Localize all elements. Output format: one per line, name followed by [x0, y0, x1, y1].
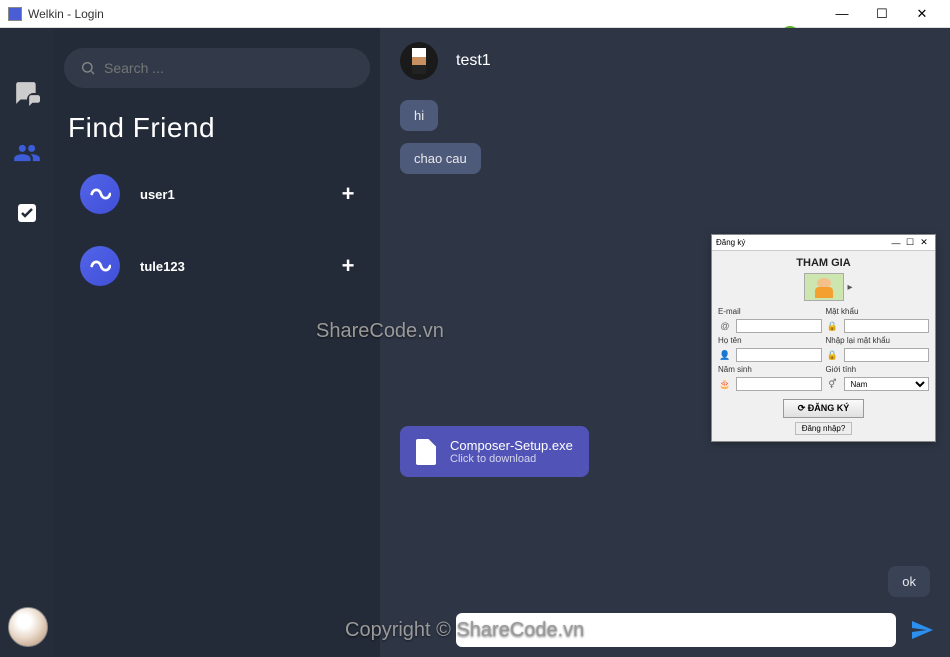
- file-subtitle: Click to download: [450, 453, 573, 465]
- add-friend-button[interactable]: +: [336, 253, 360, 279]
- dialog-heading: THAM GIA: [718, 257, 929, 269]
- chat-pane: test1 hi chao cau Đăng ký — ☐ ✕ THAM GIA…: [380, 28, 950, 657]
- composer: Copyright © ShareCode.vn: [380, 603, 950, 657]
- repeat-password-field[interactable]: [844, 348, 930, 362]
- dialog-title-text: Đăng ký: [716, 238, 889, 247]
- message-bubble: hi: [400, 100, 438, 131]
- lock-icon: 🔒: [826, 348, 840, 362]
- gender-icon: ⚥: [826, 377, 840, 391]
- friend-avatar: [80, 174, 120, 214]
- email-field[interactable]: [736, 319, 822, 333]
- gender-select[interactable]: Nam: [844, 377, 930, 391]
- app-icon: [8, 7, 22, 21]
- dialog-close[interactable]: ✕: [917, 237, 931, 248]
- file-name: Composer-Setup.exe: [450, 438, 573, 453]
- search-box[interactable]: [64, 48, 370, 88]
- profile-photo-placeholder[interactable]: ▸: [804, 273, 844, 301]
- chat-username: test1: [456, 52, 491, 70]
- message-list: hi chao cau Đăng ký — ☐ ✕ THAM GIA ▸ E-m…: [380, 94, 950, 603]
- friend-row[interactable]: user1 +: [64, 158, 370, 230]
- minimize-button[interactable]: —: [822, 1, 862, 27]
- window-titlebar: Welkin - Login — ☐ ✕: [0, 0, 950, 28]
- label-repeat: Nhập lại mật khẩu: [826, 336, 930, 345]
- window-title: Welkin - Login: [28, 7, 822, 21]
- register-dialog: Đăng ký — ☐ ✕ THAM GIA ▸ E-mail Mật khẩu…: [711, 234, 936, 442]
- label-birth: Năm sinh: [718, 365, 822, 374]
- lock-icon: 🔒: [826, 319, 840, 333]
- watermark-text: ShareCode.vn: [316, 320, 444, 343]
- nav-tasks[interactable]: [10, 196, 44, 230]
- search-input[interactable]: [104, 60, 354, 76]
- friend-row[interactable]: tule123 +: [64, 230, 370, 302]
- birthyear-field[interactable]: [736, 377, 822, 391]
- file-icon: [416, 439, 436, 465]
- person-icon: 👤: [718, 348, 732, 362]
- file-attachment[interactable]: Composer-Setup.exe Click to download: [400, 426, 589, 477]
- nav-friends[interactable]: [10, 136, 44, 170]
- send-button[interactable]: [908, 616, 936, 644]
- maximize-button[interactable]: ☐: [862, 1, 902, 27]
- friend-name: tule123: [140, 259, 336, 274]
- send-icon: [910, 618, 934, 642]
- close-button[interactable]: ✕: [902, 1, 942, 27]
- section-title: Find Friend: [68, 112, 370, 144]
- register-button[interactable]: ⟳ ĐĂNG KÝ: [783, 399, 865, 418]
- cake-icon: 🎂: [718, 377, 732, 391]
- friend-name: user1: [140, 187, 336, 202]
- add-friend-button[interactable]: +: [336, 181, 360, 207]
- label-email: E-mail: [718, 307, 822, 316]
- chat-avatar[interactable]: [400, 42, 438, 80]
- nav-rail: [0, 28, 54, 657]
- search-icon: [80, 60, 96, 76]
- chevron-right-icon: ▸: [847, 282, 852, 293]
- login-link[interactable]: Đăng nhập?: [795, 422, 853, 435]
- watermark-text: Copyright © ShareCode.vn: [345, 619, 584, 642]
- dialog-titlebar[interactable]: Đăng ký — ☐ ✕: [712, 235, 935, 251]
- password-field[interactable]: [844, 319, 930, 333]
- friend-avatar: [80, 246, 120, 286]
- message-bubble: chao cau: [400, 143, 481, 174]
- nav-chat[interactable]: [10, 76, 44, 110]
- label-gender: Giới tính: [826, 365, 930, 374]
- label-password: Mật khẩu: [826, 307, 930, 316]
- message-bubble: ok: [888, 566, 930, 597]
- dialog-minimize[interactable]: —: [889, 238, 903, 248]
- fullname-field[interactable]: [736, 348, 822, 362]
- user-avatar[interactable]: [8, 607, 48, 647]
- dialog-maximize[interactable]: ☐: [903, 237, 917, 248]
- at-icon: @: [718, 319, 732, 333]
- chat-header: test1: [380, 28, 950, 94]
- label-fullname: Họ tên: [718, 336, 822, 345]
